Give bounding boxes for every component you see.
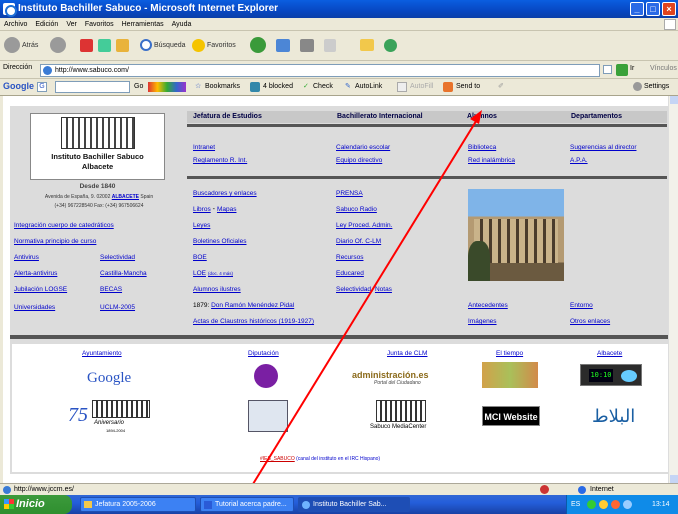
- zone-text: Internet: [590, 486, 614, 493]
- taskbar: Inicio Jefatura 2005-2006 Tutorial acerc…: [0, 495, 678, 514]
- clock[interactable]: 13:14: [652, 495, 670, 514]
- word-icon: [204, 501, 212, 509]
- language-indicator[interactable]: ES: [571, 495, 580, 514]
- volume-icon[interactable]: [623, 500, 632, 509]
- system-tray: ES 13:14: [566, 495, 678, 514]
- windows-logo-icon: [4, 499, 14, 509]
- status-page-icon: [3, 486, 11, 494]
- ie-task-icon: [302, 501, 310, 509]
- status-security-icon: [540, 485, 549, 494]
- task-jefatura[interactable]: Jefatura 2005-2006: [80, 497, 196, 512]
- annotation-arrow: [236, 110, 482, 511]
- folder-icon: [84, 501, 92, 508]
- tray-icon-3[interactable]: [611, 500, 620, 509]
- start-button[interactable]: Inicio: [0, 495, 72, 514]
- arrow-head: [470, 110, 482, 124]
- task-instituto[interactable]: Instituto Bachiller Sab...: [298, 497, 410, 512]
- status-text: http://www.jccm.es/: [14, 486, 74, 493]
- tray-icon-2[interactable]: [599, 500, 608, 509]
- status-bar: http://www.jccm.es/ Internet: [0, 483, 678, 495]
- internet-zone-icon: [578, 486, 586, 494]
- arrow-line: [236, 117, 479, 511]
- task-tutorial[interactable]: Tutorial acerca padre...: [200, 497, 294, 512]
- tray-icon-1[interactable]: [587, 500, 596, 509]
